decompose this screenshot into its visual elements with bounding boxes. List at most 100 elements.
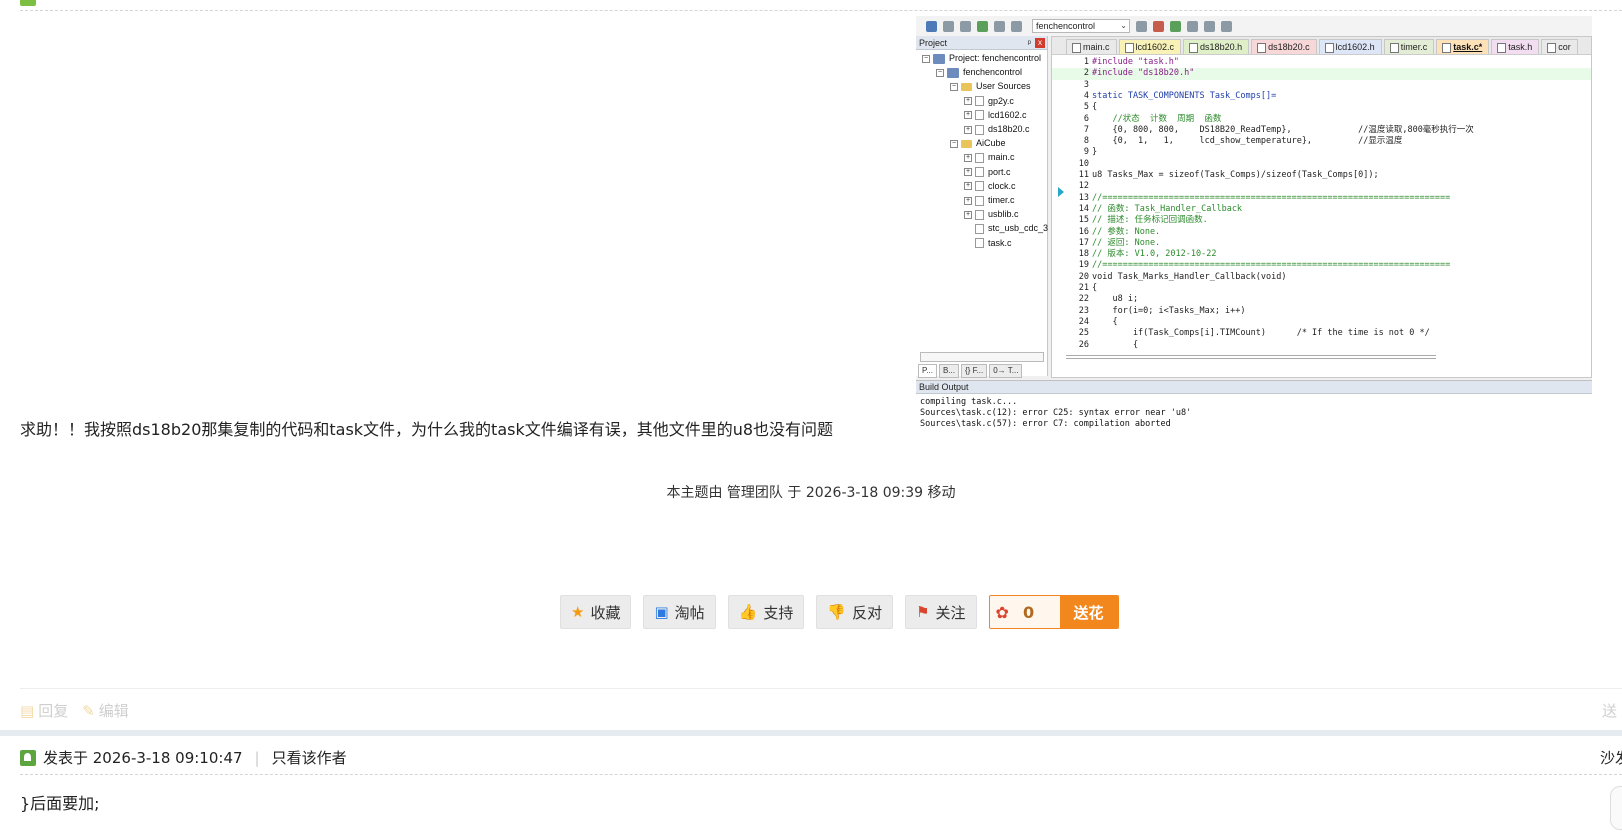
project-scrollbar: [920, 352, 1044, 362]
tree-item[interactable]: + clock.c: [964, 180, 1016, 193]
floor-label: 沙发: [1600, 749, 1622, 767]
only-author-link[interactable]: 只看该作者: [272, 747, 347, 768]
code-line: 9}: [1052, 147, 1591, 158]
expand-icon[interactable]: +: [964, 168, 972, 177]
tree-item[interactable]: +task.c: [964, 237, 1012, 250]
folder-icon: [933, 53, 945, 64]
expand-icon[interactable]: +: [964, 210, 972, 219]
tree-item-label: usblib.c: [988, 209, 1019, 220]
reply-link[interactable]: ▤ 回复: [20, 700, 68, 721]
file-tab[interactable]: ds18b20.c: [1251, 39, 1317, 54]
file-tab[interactable]: task.c*: [1436, 39, 1490, 54]
file-icon: [975, 96, 984, 107]
code-text: static TASK_COMPONENTS Task_Comps[]=: [1092, 90, 1277, 101]
line-number: 16: [1078, 226, 1089, 237]
file-tab[interactable]: timer.c: [1383, 39, 1435, 54]
code-text: //======================================…: [1092, 260, 1451, 271]
line-number: 2: [1083, 68, 1089, 79]
code-text: //状态 计数 周期 函数: [1092, 113, 1222, 124]
expand-icon[interactable]: −: [950, 139, 958, 148]
back-to-top-handle[interactable]: [1610, 786, 1622, 830]
expand-icon[interactable]: +: [964, 196, 972, 205]
code-editor: main.c lcd1602.c ds18b20.h ds18b20.c lcd1602…: [1051, 36, 1592, 378]
tree-item[interactable]: + port.c: [964, 166, 1011, 179]
line-number: 1: [1083, 57, 1089, 67]
file-tab[interactable]: cor: [1541, 39, 1578, 54]
code-line: 21{: [1052, 283, 1591, 294]
file-icon: [975, 223, 984, 234]
file-icon: [975, 152, 984, 163]
support-button[interactable]: 👍 支持: [727, 595, 805, 629]
attached-ide-screenshot[interactable]: fenchencontrol ⌄ Project ᵖ x − Project: fe…: [916, 16, 1592, 434]
panel-tab[interactable]: 0→ T...: [989, 364, 1023, 378]
code-line: 19//====================================…: [1052, 260, 1591, 271]
post-separator-band: [0, 730, 1622, 736]
tree-item[interactable]: + main.c: [964, 151, 1015, 164]
flag-icon: ⚑: [916, 603, 930, 621]
tree-item[interactable]: + gp2y.c: [964, 95, 1014, 108]
code-line: 17// 返回: None.: [1052, 238, 1591, 249]
line-number: 19: [1078, 260, 1089, 271]
tree-item[interactable]: + ds18b20.c: [964, 123, 1030, 136]
pack-icon: [1153, 20, 1164, 32]
tree-item[interactable]: + lcd1602.c: [964, 109, 1027, 122]
file-tab[interactable]: lcd1602.h: [1318, 39, 1382, 54]
expand-icon[interactable]: −: [950, 82, 958, 91]
top-divider: [20, 10, 1622, 11]
panel-tab[interactable]: P...: [918, 364, 937, 378]
follow-button[interactable]: ⚑ 关注: [905, 595, 977, 629]
tree-item[interactable]: − User Sources: [950, 80, 1031, 93]
panel-tab[interactable]: {} F...: [961, 364, 988, 378]
code-line: 12: [1052, 181, 1591, 192]
tree-item[interactable]: − fenchencontrol: [936, 66, 1022, 79]
forum-thread-page: fenchencontrol ⌄ Project ᵖ x − Project: fe…: [0, 0, 1622, 836]
expand-icon[interactable]: −: [922, 54, 930, 63]
expand-icon[interactable]: +: [964, 182, 972, 191]
expand-icon[interactable]: +: [964, 153, 972, 162]
code-line: 26 {: [1052, 340, 1591, 351]
reply-right-link[interactable]: 送: [1602, 700, 1617, 721]
taotie-button[interactable]: ▣ 淘帖: [643, 595, 716, 629]
line-number: 5: [1083, 102, 1089, 113]
expand-icon[interactable]: +: [964, 97, 972, 106]
tree-item-label: fenchencontrol: [963, 67, 1023, 78]
folder-icon: [961, 82, 972, 91]
build-output-title: Build Output: [916, 381, 1592, 394]
send-flower-button[interactable]: ✿ 0 送花: [988, 595, 1119, 629]
code-text: #include "task.h": [1092, 57, 1179, 67]
favorite-button[interactable]: ★ 收藏: [560, 595, 632, 629]
line-number: 18: [1078, 249, 1089, 260]
tree-item-label: main.c: [988, 152, 1015, 163]
tree-item-label: clock.c: [988, 180, 1016, 191]
code-line: 14// 函数: Task_Handler_Callback: [1052, 204, 1591, 215]
tree-item[interactable]: + timer.c: [964, 194, 1015, 207]
code-text: // 版本: V1.0, 2012-10-22: [1092, 249, 1217, 260]
env-icon: [1204, 20, 1215, 32]
line-number: 10: [1078, 158, 1089, 169]
file-tab[interactable]: lcd1602.c: [1118, 39, 1182, 54]
oppose-button[interactable]: 👎 反对: [816, 595, 894, 629]
expand-icon[interactable]: +: [964, 111, 972, 120]
panel-tab[interactable]: B...: [938, 364, 959, 378]
edit-link[interactable]: ✎ 编辑: [82, 700, 129, 721]
moved-note: 本主题由 管理团队 于 2026-3-18 09:39 移动: [666, 485, 956, 501]
expand-icon[interactable]: −: [936, 68, 944, 77]
tree-item[interactable]: +stc_usb_cdc_3: [964, 222, 1048, 235]
tree-item[interactable]: + usblib.c: [964, 208, 1019, 221]
rebuild-icon: [943, 20, 954, 32]
expand-icon[interactable]: +: [964, 125, 972, 134]
reply-bar: ▤ 回复 ✎ 编辑: [20, 700, 129, 721]
tree-item[interactable]: − Project: fenchencontrol: [922, 52, 1041, 65]
file-icon: [975, 181, 984, 192]
line-number: 20: [1078, 271, 1089, 282]
tree-item-label: timer.c: [988, 195, 1015, 205]
file-tab[interactable]: task.h: [1491, 39, 1540, 54]
post-timestamp: 发表于 2026-3-18 09:10:47: [43, 749, 243, 767]
code-line: 4 static TASK_COMPONENTS Task_Comps[]=: [1052, 91, 1591, 102]
tree-item[interactable]: − AiCube: [950, 137, 1006, 150]
code-line: 13//====================================…: [1052, 193, 1591, 204]
reply-icon: ▤: [20, 702, 35, 720]
file-tab[interactable]: ds18b20.h: [1183, 39, 1250, 54]
line-number: 23: [1078, 305, 1089, 316]
file-tab[interactable]: main.c: [1066, 39, 1117, 54]
